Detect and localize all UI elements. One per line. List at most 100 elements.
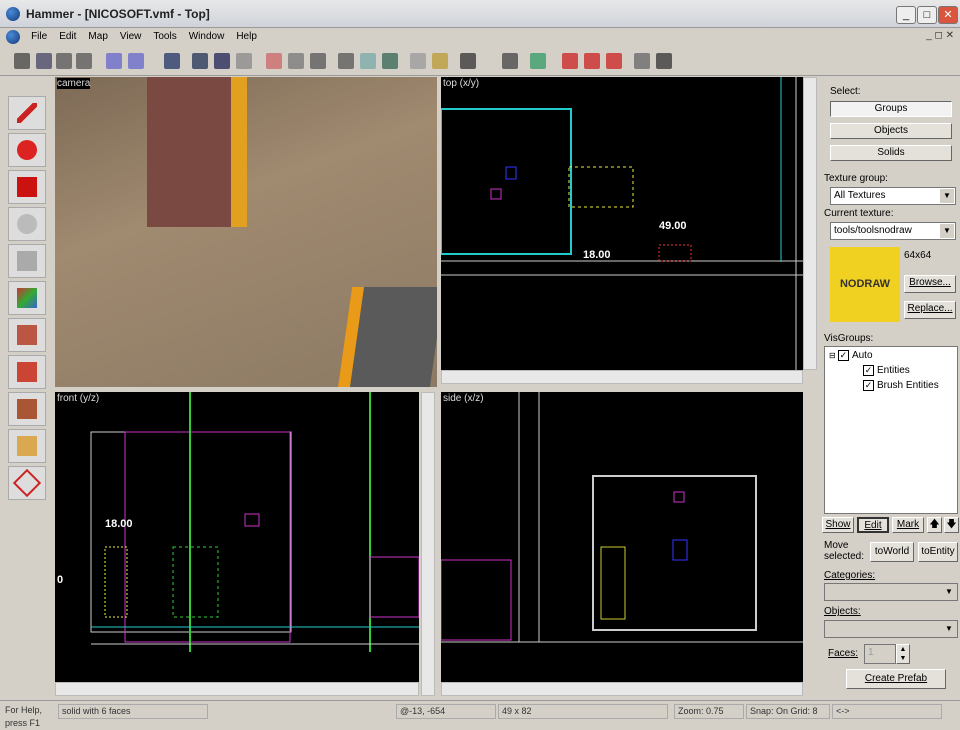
mdi-controls-icon[interactable]: _ ◻ ✕ <box>926 30 954 41</box>
side-viewport[interactable]: side (x/z) <box>441 392 803 682</box>
faces-spinner[interactable]: ▲ ▼ <box>896 644 910 664</box>
objects-select[interactable]: ▼ <box>824 620 958 638</box>
current-texture-select[interactable]: tools/toolsnodraw ▼ <box>830 222 956 240</box>
menu-edit[interactable]: Edit <box>53 28 82 46</box>
camera-viewport[interactable]: camera <box>55 77 437 387</box>
menu-help[interactable]: Help <box>230 28 263 46</box>
chevron-down-icon: ▼ <box>942 622 956 636</box>
toolbar-button-23-icon[interactable] <box>584 53 600 69</box>
visgroup-entities[interactable]: ✓ Entities <box>863 365 910 376</box>
front-viewport[interactable]: front (y/z) 18.00 0 <box>55 392 419 682</box>
toolbar-button-26-icon[interactable] <box>656 53 672 69</box>
toolbar-button-8-icon[interactable] <box>192 53 208 69</box>
to-world-button[interactable]: toWorld <box>870 542 914 562</box>
side-horizontal-scrollbar[interactable] <box>441 682 803 696</box>
edit-button[interactable]: Edit <box>857 517 889 533</box>
magnify-tool-button[interactable] <box>8 133 46 167</box>
clip-tool-button[interactable] <box>8 429 46 463</box>
show-button[interactable]: Show <box>822 517 854 533</box>
viewport-label[interactable]: side (x/z) <box>443 393 484 404</box>
texture-group-select[interactable]: All Textures ▼ <box>830 187 956 205</box>
toolbar-button-14-icon[interactable] <box>338 53 354 69</box>
camera-tool-button[interactable] <box>8 170 46 204</box>
menu-tools[interactable]: Tools <box>147 28 182 46</box>
close-button[interactable]: ✕ <box>938 6 958 24</box>
entity-tool-button[interactable] <box>8 207 46 241</box>
checkbox-checked-icon[interactable]: ✓ <box>837 350 849 361</box>
maximize-button[interactable]: □ <box>917 6 937 24</box>
select-objects-button[interactable]: Objects <box>830 123 952 139</box>
toolbar-button-20-icon[interactable] <box>502 53 518 69</box>
viewport-label[interactable]: front (y/z) <box>57 393 99 404</box>
front-horizontal-scrollbar[interactable] <box>55 682 419 696</box>
toolbar-button-7-icon[interactable] <box>164 53 180 69</box>
toolbar-button-21-icon[interactable] <box>530 53 546 69</box>
decal-tool-button[interactable] <box>8 355 46 389</box>
toolbar-button-11-icon[interactable] <box>266 53 282 69</box>
top-vertical-scrollbar[interactable] <box>803 77 817 370</box>
toolbar-button-3-icon[interactable] <box>56 53 72 69</box>
toolbar-button-15-icon[interactable] <box>360 53 376 69</box>
visgroup-auto[interactable]: ⊟ ✓ Auto <box>829 350 873 361</box>
visgroup-label: Auto <box>851 350 873 361</box>
status-size: 49 x 82 <box>498 704 668 719</box>
menu-map[interactable]: Map <box>82 28 113 46</box>
toolbar-button-22-icon[interactable] <box>562 53 578 69</box>
viewport-label[interactable]: camera <box>57 78 91 89</box>
front-vertical-scrollbar[interactable] <box>421 392 435 696</box>
dimension-origin: 0 <box>57 574 64 586</box>
move-up-button[interactable]: 🡅 <box>927 517 942 533</box>
apply-texture-button[interactable] <box>8 318 46 352</box>
top-horizontal-scrollbar[interactable] <box>441 370 803 384</box>
checkbox-checked-icon[interactable]: ✓ <box>863 365 874 376</box>
toolbar-button-4-icon[interactable] <box>76 53 92 69</box>
status-extra: <-> <box>832 704 942 719</box>
select-groups-button[interactable]: Groups <box>830 101 952 117</box>
replace-button[interactable]: Replace... <box>904 301 956 319</box>
toolbar-button-10-icon[interactable] <box>236 53 252 69</box>
move-down-button[interactable]: 🡇 <box>944 517 959 533</box>
vertex-tool-button[interactable] <box>8 466 46 500</box>
top-viewport[interactable]: top (x/y) 49.00 18.00 <box>441 77 803 370</box>
tool-palette <box>8 96 48 503</box>
block-icon <box>17 251 37 271</box>
minimize-button[interactable]: _ <box>896 6 916 24</box>
toolbar-button-17-icon[interactable] <box>410 53 426 69</box>
texture-tool-button[interactable] <box>8 281 46 315</box>
select-solids-button[interactable]: Solids <box>830 145 952 161</box>
mark-button[interactable]: Mark <box>892 517 924 533</box>
texture-group-value: All Textures <box>834 190 886 201</box>
create-prefab-button[interactable]: Create Prefab <box>846 669 946 689</box>
overlay-tool-button[interactable] <box>8 392 46 426</box>
categories-label: Categories: <box>824 570 876 581</box>
categories-select[interactable]: ▼ <box>824 583 958 601</box>
toolbar-button-13-icon[interactable] <box>310 53 326 69</box>
toolbar-button-18-icon[interactable] <box>432 53 448 69</box>
toolbar-button-1-icon[interactable] <box>14 53 30 69</box>
visgroup-brush-entities[interactable]: ✓ Brush Entities <box>863 380 939 391</box>
faces-input[interactable]: 1 <box>864 644 896 664</box>
toolbar-button-12-icon[interactable] <box>288 53 304 69</box>
locker-brush <box>147 77 247 227</box>
magnify-icon <box>17 140 37 160</box>
selection-tool-button[interactable] <box>8 96 46 130</box>
checkbox-checked-icon[interactable]: ✓ <box>863 380 874 391</box>
visgroups-tree[interactable]: ⊟ ✓ Auto ✓ Entities ✓ Brush Entities <box>824 346 958 514</box>
toolbar-button-25-icon[interactable] <box>634 53 650 69</box>
toolbar-button-24-icon[interactable] <box>606 53 622 69</box>
toolbar-button-6-icon[interactable] <box>128 53 144 69</box>
menu-file[interactable]: File <box>25 28 53 46</box>
to-entity-button[interactable]: toEntity <box>918 542 958 562</box>
toolbar-button-2-icon[interactable] <box>36 53 52 69</box>
menu-view[interactable]: View <box>114 28 148 46</box>
toolbar-button-16-icon[interactable] <box>382 53 398 69</box>
toolbar-button-5-icon[interactable] <box>106 53 122 69</box>
browse-button[interactable]: Browse... <box>904 275 956 293</box>
toolbar-button-19-icon[interactable] <box>460 53 476 69</box>
block-tool-button[interactable] <box>8 244 46 278</box>
menu-window[interactable]: Window <box>183 28 231 46</box>
viewport-label[interactable]: top (x/y) <box>443 78 479 89</box>
visgroup-label: Entities <box>877 365 910 376</box>
status-selection: solid with 6 faces <box>58 704 208 719</box>
toolbar-button-9-icon[interactable] <box>214 53 230 69</box>
